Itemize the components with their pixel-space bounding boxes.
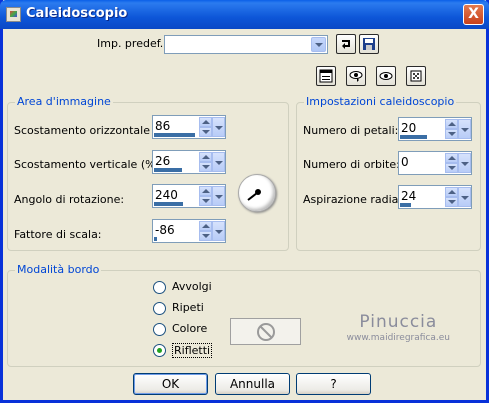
radio-reflect-label: Rifletti: [172, 343, 213, 358]
eye-icon: [379, 72, 393, 80]
chevron-down-icon[interactable]: [311, 37, 326, 52]
dialog-window: Caleidoscopio X Imp. predef.: Area d'imm…: [0, 0, 489, 403]
scale-factor-dropdown[interactable]: [212, 221, 225, 241]
rotation-angle-value: 240: [155, 188, 178, 202]
dialog-settings-icon: [319, 69, 333, 83]
watermark-name: Pinuccia: [359, 312, 438, 332]
orbits-spinner[interactable]: [445, 153, 458, 173]
rotation-angle-spinner[interactable]: [199, 186, 212, 206]
orbits-dropdown[interactable]: [458, 153, 471, 173]
watermark-url: www.maidiregrafica.eu: [346, 333, 450, 343]
petals-value: 20: [401, 121, 417, 135]
horizontal-offset-spinner[interactable]: [199, 117, 212, 137]
radio-repeat-button[interactable]: [153, 302, 166, 315]
radio-color-label: Colore: [172, 322, 208, 335]
orbits-field[interactable]: 0: [398, 151, 472, 175]
orbits-label: Numero di orbite:: [303, 158, 400, 171]
petals-field[interactable]: 20: [398, 117, 472, 141]
proof-button[interactable]: [346, 66, 366, 86]
edge-mode-title: Modalità bordo: [15, 263, 102, 276]
rotation-dial[interactable]: [238, 174, 276, 212]
rotation-angle-dropdown[interactable]: [212, 186, 225, 206]
watermark: Pinuccia www.maidiregrafica.eu: [347, 312, 450, 343]
load-preset-button[interactable]: [336, 34, 356, 54]
title-bar: Caleidoscopio X: [0, 0, 489, 29]
help-button[interactable]: ?: [296, 373, 371, 395]
radial-suction-field[interactable]: 24: [398, 185, 472, 209]
horizontal-offset-value: 86: [155, 119, 171, 133]
scale-factor-field[interactable]: -86: [152, 219, 226, 243]
orbits-value: 0: [401, 155, 409, 169]
auto-proof-button[interactable]: [376, 66, 396, 86]
radial-suction-spinner[interactable]: [445, 187, 458, 207]
cancel-button[interactable]: Annulla: [215, 373, 290, 395]
edge-color-swatch[interactable]: [230, 318, 301, 345]
radial-suction-value: 24: [401, 189, 417, 203]
preset-label: Imp. predef.:: [97, 37, 167, 50]
floppy-disk-icon: [363, 38, 375, 50]
rotation-angle-field[interactable]: 240: [152, 184, 226, 208]
petals-bar: [400, 135, 427, 139]
radio-repeat-label: Ripeti: [172, 301, 204, 314]
radio-reflect-button[interactable]: [153, 344, 166, 357]
radial-suction-label: Aspirazione radiale:: [303, 193, 412, 206]
save-settings-button[interactable]: [316, 66, 336, 86]
eye-pointer-icon: [349, 71, 363, 82]
radio-color-button[interactable]: [153, 323, 166, 336]
horizontal-offset-dropdown[interactable]: [212, 117, 225, 137]
scale-factor-spinner[interactable]: [199, 221, 212, 241]
scale-factor-value: -86: [155, 223, 175, 237]
vertical-offset-label: Scostamento verticale (%):: [14, 158, 164, 171]
scale-factor-label: Fattore di scala:: [14, 228, 102, 241]
petals-label: Numero di petali:: [303, 124, 399, 137]
preset-combo[interactable]: [164, 35, 328, 54]
dial-pointer-icon: [247, 189, 261, 201]
vertical-offset-value: 26: [155, 154, 171, 168]
ok-button[interactable]: OK: [133, 373, 208, 395]
reload-icon: [342, 40, 350, 49]
petals-spinner[interactable]: [445, 119, 458, 139]
radio-wrap-button[interactable]: [153, 281, 166, 294]
radial-suction-bar: [400, 203, 411, 207]
close-button[interactable]: X: [463, 4, 484, 25]
dice-icon: [410, 70, 422, 82]
randomize-button[interactable]: [406, 66, 426, 86]
save-preset-button[interactable]: [359, 34, 379, 54]
scale-factor-bar: [154, 237, 157, 241]
window-title: Caleidoscopio: [26, 6, 128, 21]
app-icon: [6, 7, 21, 22]
rotation-angle-label: Angolo di rotazione:: [14, 193, 125, 206]
no-entry-icon: [257, 323, 275, 341]
rotation-angle-bar: [154, 202, 183, 206]
petals-dropdown[interactable]: [458, 119, 471, 139]
radial-suction-dropdown[interactable]: [458, 187, 471, 207]
vertical-offset-dropdown[interactable]: [212, 152, 225, 172]
vertical-offset-spinner[interactable]: [199, 152, 212, 172]
radio-wrap-label: Avvolgi: [172, 280, 212, 293]
kaleidoscope-settings-title: Impostazioni caleidoscopio: [304, 95, 457, 108]
horizontal-offset-bar: [154, 133, 195, 137]
image-area-title: Area d'immagine: [15, 95, 113, 108]
vertical-offset-bar: [154, 168, 182, 172]
horizontal-offset-field[interactable]: 86: [152, 115, 226, 139]
vertical-offset-field[interactable]: 26: [152, 150, 226, 174]
